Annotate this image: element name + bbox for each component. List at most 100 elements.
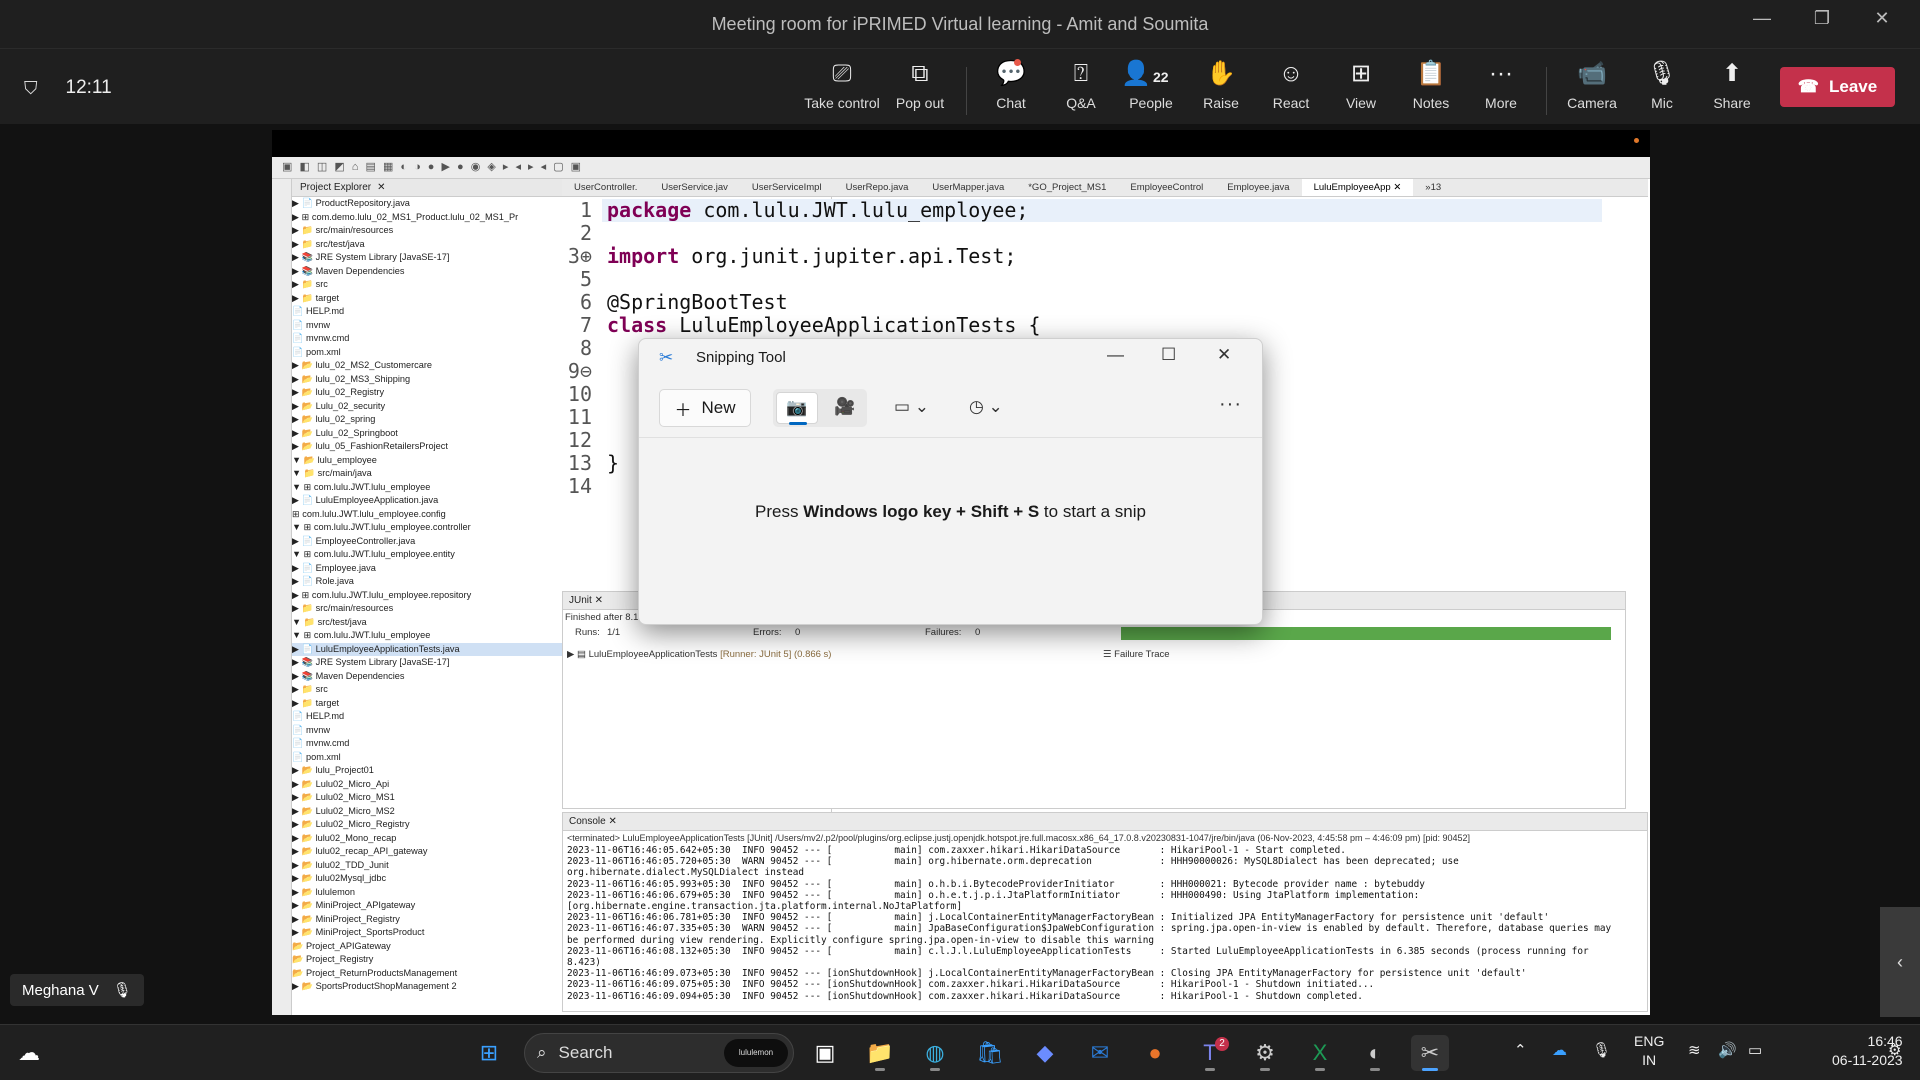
smiley-icon: ☺: [1278, 60, 1304, 87]
snip-shape-dropdown[interactable]: ▭ ⌄: [894, 397, 929, 417]
wifi-icon[interactable]: ≋: [1688, 1041, 1701, 1059]
language-indicator[interactable]: ENG IN: [1634, 1032, 1664, 1070]
windows-taskbar: ☁ ⊞ ⌕ Search lululemon ▣ 📁 ◍ 🛍 ◆ ✉ ● T2 ⚙ …: [0, 1024, 1920, 1080]
more-button[interactable]: ··· More: [1461, 59, 1541, 111]
editor-tab[interactable]: LuluEmployeeApp ✕: [1301, 179, 1414, 196]
notes-icon: 📋: [1416, 60, 1446, 87]
notification-icon[interactable]: ⚙: [1888, 1041, 1901, 1059]
expand-panel-button[interactable]: ‹: [1880, 907, 1920, 1017]
battery-icon[interactable]: ▭: [1748, 1041, 1762, 1059]
snip-hint: Press Windows logo key + Shift + S to st…: [755, 502, 1146, 521]
settings-icon[interactable]: ⚙: [1246, 1035, 1284, 1071]
people-button[interactable]: 👤 22 People: [1111, 59, 1191, 111]
close-icon[interactable]: ✕: [377, 182, 385, 193]
app-icon[interactable]: ◆: [1026, 1035, 1064, 1071]
teams-icon[interactable]: T2: [1191, 1035, 1229, 1071]
view-button[interactable]: ⊞ View: [1321, 59, 1401, 111]
outlook-icon[interactable]: ✉: [1081, 1035, 1119, 1071]
eclipse-icon[interactable]: ◐: [1356, 1035, 1394, 1071]
task-view-icon[interactable]: ▣: [806, 1035, 844, 1071]
app2-icon[interactable]: ●: [1136, 1035, 1174, 1071]
junit-failures: 0: [975, 627, 981, 638]
editor-tab[interactable]: UserServiceImpl: [740, 182, 834, 193]
more-options-button[interactable]: ···: [1219, 393, 1242, 416]
weather-icon[interactable]: ☁: [10, 1035, 48, 1071]
delay-dropdown[interactable]: ◷ ⌄: [969, 397, 1003, 417]
maximize-button[interactable]: ☐: [1161, 345, 1176, 365]
chat-button[interactable]: 💬 Chat: [971, 59, 1051, 111]
chevron-up-icon[interactable]: ⌃: [1514, 1041, 1527, 1059]
window-titlebar: Meeting room for iPRIMED Virtual learnin…: [0, 0, 1920, 48]
editor-tab[interactable]: UserRepo.java: [834, 182, 921, 193]
failure-trace-label: ☰ Failure Trace: [1103, 649, 1170, 660]
editor-tab[interactable]: Employee.java: [1215, 182, 1301, 193]
mic-button[interactable]: 🎙 Mic: [1622, 59, 1702, 111]
grid-icon: ⊞: [1350, 60, 1372, 87]
console-line: 8.423): [567, 957, 601, 969]
people-icon: 👤 22: [1121, 59, 1181, 89]
console-tab[interactable]: Console: [569, 816, 606, 827]
console-terminated: <terminated> LuluEmployeeApplicationTest…: [567, 833, 1471, 843]
console-line: [org.hibernate.engine.transaction.jta.pl…: [567, 901, 963, 913]
console-line: 2023-11-06T16:46:09.094+05:30 INFO 90452…: [567, 990, 1363, 1002]
notes-button[interactable]: 📋 Notes: [1391, 59, 1471, 111]
more-icon: ···: [1489, 60, 1513, 87]
console-line: 2023-11-06T16:46:05.993+05:30 INFO 90452…: [567, 878, 1425, 890]
react-button[interactable]: ☺ React: [1251, 59, 1331, 111]
eclipse-toolbar: ▣ ◧ ◫ ◩ ⌂ ▤ ▦ ◐ ◑ ● ▶ ● ◉ ◈ ▸ ◂ ▸ ◂ ▢ ▣: [272, 157, 1650, 179]
console-line: 2023-11-06T16:46:08.132+05:30 INFO 90452…: [567, 945, 1589, 957]
store-icon[interactable]: 🛍: [971, 1035, 1009, 1071]
mic-muted-icon[interactable]: 🎙: [1592, 1041, 1611, 1059]
onedrive-icon[interactable]: ☁: [1552, 1041, 1567, 1059]
video-icon: 🎥: [834, 397, 856, 416]
editor-tab[interactable]: UserService.jav: [649, 182, 740, 193]
taskbar-search[interactable]: ⌕ Search lululemon: [524, 1033, 794, 1073]
take-control-button[interactable]: ⎚ Take control: [802, 59, 882, 111]
leave-button[interactable]: ☎ Leave: [1780, 67, 1895, 107]
console-line: 2023-11-06T16:46:07.335+05:30 WARN 90452…: [567, 923, 1612, 935]
console-line: 2023-11-06T16:46:06.679+05:30 INFO 90452…: [567, 889, 1420, 901]
junit-tab[interactable]: JUnit: [569, 595, 592, 606]
maximize-button[interactable]: ❐: [1812, 8, 1832, 29]
editor-tab[interactable]: *GO_Project_MS1: [1016, 182, 1118, 193]
console-line: 2023-11-06T16:46:09.075+05:30 INFO 90452…: [567, 979, 1375, 991]
participant-label: Meghana V 🎙: [10, 974, 144, 1006]
junit-test-row[interactable]: ▶ ▤ LuluEmployeeApplicationTests [Runner…: [567, 649, 831, 660]
video-mode-button[interactable]: 🎥: [827, 392, 863, 424]
close-button[interactable]: ✕: [1217, 345, 1231, 365]
raise-hand-button[interactable]: ✋ Raise: [1181, 59, 1261, 111]
edge-icon[interactable]: ◍: [916, 1035, 954, 1071]
minimize-button[interactable]: —: [1107, 345, 1124, 365]
pop-out-button[interactable]: ⧉ Pop out: [880, 59, 960, 111]
close-button[interactable]: ✕: [1872, 8, 1892, 29]
meeting-timer: 12:11: [65, 77, 112, 98]
new-snip-button[interactable]: ＋ New: [659, 389, 751, 427]
window-title: Meeting room for iPRIMED Virtual learnin…: [711, 13, 1209, 34]
qa-button[interactable]: ⍰ Q&A: [1041, 59, 1121, 111]
editor-tab[interactable]: UserMapper.java: [920, 182, 1016, 193]
camera-icon: 📹: [1577, 60, 1607, 87]
share-button[interactable]: ⬆ Share: [1692, 59, 1772, 111]
camera-icon: 📷: [786, 398, 808, 417]
volume-icon[interactable]: 🔊: [1718, 1041, 1737, 1059]
minimize-button[interactable]: —: [1752, 8, 1772, 29]
screenshot-mode-button[interactable]: 📷: [776, 392, 818, 425]
junit-progress-bar: [1121, 627, 1611, 640]
editor-tab[interactable]: EmployeeControl: [1118, 182, 1215, 193]
console-log: 2023-11-06T16:46:05.642+05:30 INFO 90452…: [563, 845, 1647, 1002]
editor-tab[interactable]: UserController.: [562, 182, 649, 193]
file-explorer-icon[interactable]: 📁: [861, 1035, 899, 1071]
mic-muted-icon: 🎙: [112, 982, 132, 999]
chevron-left-icon: ‹: [1897, 951, 1903, 972]
editor-tab[interactable]: »13: [1413, 182, 1453, 193]
excel-icon[interactable]: X: [1301, 1035, 1339, 1071]
capture-mode-toggle: 📷 🎥: [773, 389, 867, 427]
snipping-tool-icon[interactable]: ✂: [1411, 1035, 1449, 1071]
console-line: be performed during view rendering. Expl…: [567, 934, 1154, 946]
project-explorer-tab[interactable]: Project Explorer: [300, 182, 371, 193]
camera-button[interactable]: 📹 Camera: [1552, 59, 1632, 111]
start-button[interactable]: ⊞: [470, 1035, 508, 1071]
junit-errors: 0: [795, 627, 801, 638]
console-panel: Console ✕ <terminated> LuluEmployeeAppli…: [562, 812, 1648, 1012]
chat-icon: 💬: [996, 59, 1026, 87]
